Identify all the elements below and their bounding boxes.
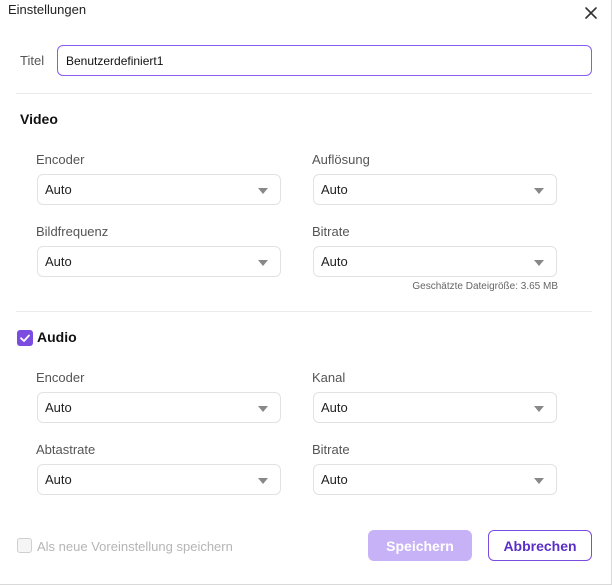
divider: [16, 311, 592, 312]
audio-bitrate-label: Bitrate: [312, 442, 350, 457]
chevron-down-icon: [258, 188, 268, 194]
audio-encoder-label: Encoder: [36, 370, 85, 385]
video-resolution-select[interactable]: Auto: [313, 174, 557, 205]
video-encoder-label: Encoder: [36, 152, 85, 167]
save-preset-label: Als neue Voreinstellung speichern: [37, 539, 233, 554]
video-encoder-select[interactable]: Auto: [37, 174, 281, 205]
audio-channel-select[interactable]: Auto: [313, 392, 557, 423]
audio-channel-value: Auto: [321, 400, 348, 415]
audio-samplerate-select[interactable]: Auto: [37, 464, 281, 495]
dialog-title: Einstellungen: [8, 2, 87, 17]
audio-bitrate-value: Auto: [321, 472, 348, 487]
checkmark-icon: [20, 334, 30, 342]
audio-bitrate-select[interactable]: Auto: [313, 464, 557, 495]
save-preset-checkbox[interactable]: [17, 538, 32, 553]
settings-dialog: Einstellungen Titel Video Encoder Auto A…: [0, 0, 612, 585]
cancel-button[interactable]: Abbrechen: [488, 530, 592, 561]
video-heading: Video: [20, 111, 58, 127]
title-input[interactable]: [57, 45, 592, 76]
audio-encoder-value: Auto: [45, 400, 72, 415]
video-bitrate-select[interactable]: Auto: [313, 246, 557, 277]
audio-heading: Audio: [37, 329, 77, 345]
video-bitrate-label: Bitrate: [312, 224, 350, 239]
close-icon: [585, 7, 597, 19]
chevron-down-icon: [534, 478, 544, 484]
video-bitrate-value: Auto: [321, 254, 348, 269]
audio-samplerate-label: Abtastrate: [36, 442, 96, 457]
chevron-down-icon: [534, 188, 544, 194]
chevron-down-icon: [258, 260, 268, 266]
audio-checkbox[interactable]: [17, 330, 33, 346]
estimated-file-size: Geschätzte Dateigröße: 3.65 MB: [412, 281, 558, 292]
video-framerate-select[interactable]: Auto: [37, 246, 281, 277]
divider: [16, 93, 592, 94]
chevron-down-icon: [258, 478, 268, 484]
video-resolution-label: Auflösung: [312, 152, 370, 167]
chevron-down-icon: [534, 260, 544, 266]
chevron-down-icon: [258, 406, 268, 412]
audio-channel-label: Kanal: [312, 370, 346, 385]
video-framerate-value: Auto: [45, 254, 72, 269]
video-framerate-label: Bildfrequenz: [36, 224, 109, 239]
title-label: Titel: [20, 53, 45, 68]
video-resolution-value: Auto: [321, 182, 348, 197]
save-button[interactable]: Speichern: [368, 530, 472, 561]
chevron-down-icon: [534, 406, 544, 412]
video-encoder-value: Auto: [45, 182, 72, 197]
audio-samplerate-value: Auto: [45, 472, 72, 487]
close-button[interactable]: [580, 2, 602, 24]
audio-encoder-select[interactable]: Auto: [37, 392, 281, 423]
